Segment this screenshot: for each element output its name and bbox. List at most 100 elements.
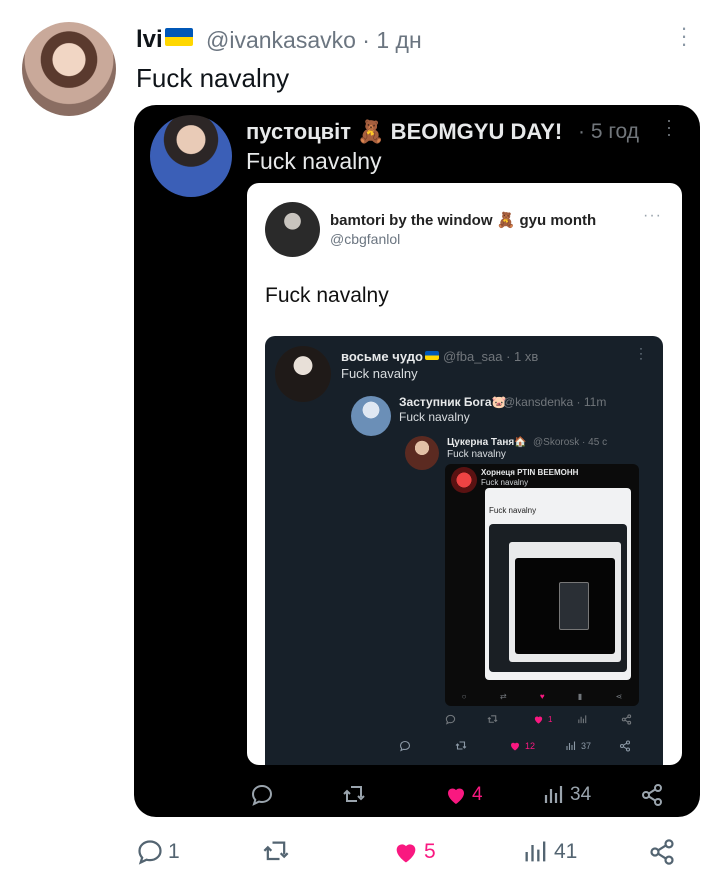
retweet-button[interactable] <box>262 838 290 866</box>
nested-card-8 <box>489 524 627 672</box>
reply-icon: ○ <box>461 692 467 701</box>
share-button[interactable] <box>648 838 676 866</box>
views-action: 37 <box>565 740 591 752</box>
reply-action <box>399 740 411 752</box>
like-action[interactable]: 4 <box>444 783 483 807</box>
quoted-author-name: пустоцвіт 🧸 BEOMGYU DAY! <box>246 119 563 144</box>
nested-author-name-4: Заступник Бога🐷 <box>399 395 507 409</box>
reply-action <box>445 714 456 725</box>
nested-tweet-text: Fuck navalny <box>265 284 389 307</box>
views-count: 41 <box>554 840 578 863</box>
share-icon: ⋖ <box>615 692 623 701</box>
views-icon: ▮ <box>577 692 583 701</box>
author-handle[interactable]: @ivankasavko · 1 дн <box>206 27 422 54</box>
nested-avatar-4 <box>351 396 391 436</box>
share-action[interactable] <box>640 783 664 807</box>
nested-tweet-text-5: Fuck navalny <box>447 449 506 460</box>
nested-author-name-6: Хорнеця PTIN ВЕЕМОНН <box>481 468 579 477</box>
reply-count: 1 <box>168 840 180 863</box>
nested-author-name-3-text: восьме чудо <box>341 349 423 364</box>
nested-card-6: Хорнеця PTIN ВЕЕМОНН Fuck navalny Fuck n… <box>445 464 639 706</box>
reply-icon <box>251 784 273 806</box>
nested-tweet-text-4: Fuck navalny <box>399 410 470 424</box>
like-action: 1 <box>533 714 552 725</box>
nested-author-name: bamtori by the window 🧸 gyu month <box>330 212 597 229</box>
heart-icon: ♥ <box>539 692 545 701</box>
views-count: 34 <box>570 784 592 805</box>
nested-card-9 <box>509 542 621 662</box>
views-button[interactable]: 41 <box>522 838 577 866</box>
nested-tweet-text-3: Fuck navalny <box>341 366 418 381</box>
nested-tweet-text-7: Fuck navalny <box>489 506 537 515</box>
nested-handle-5: @Skorosk · 45 с <box>533 437 608 448</box>
nested-card-10 <box>515 558 615 654</box>
reply-icon <box>399 740 411 752</box>
views-icon <box>525 841 546 862</box>
quoted-screenshot-card[interactable]: пустоцвіт 🧸 BEOMGYU DAY! · 5 год · · · Fuc… <box>134 105 700 817</box>
retweet-icon <box>263 841 289 861</box>
reply-action[interactable] <box>250 783 274 807</box>
views-icon <box>578 715 587 724</box>
share-icon <box>642 784 662 806</box>
retweet-action <box>455 740 467 752</box>
nested-author-name-5: Цукерна Таня🏠 <box>447 437 527 448</box>
views-action[interactable]: 34 <box>542 783 591 807</box>
nested-avatar <box>265 202 320 257</box>
nested-avatar-3 <box>275 346 331 402</box>
nested-author-handle: @cbgfanlol <box>330 231 401 247</box>
reply-icon <box>138 840 162 865</box>
nested-white-card: bamtori by the window 🧸 gyu month @cbgfa… <box>247 183 682 765</box>
nested-avatar-5 <box>405 436 439 470</box>
author-name-text: lvi <box>136 26 163 53</box>
heart-icon <box>511 742 519 751</box>
nested-navy-card: восьме чудо @fba_saa · 1 хв · · · Fuck nav… <box>265 336 663 765</box>
quoted-actions: 4 34 <box>250 781 670 811</box>
retweet-action[interactable] <box>342 783 366 807</box>
retweet-icon <box>343 786 365 802</box>
views-action <box>577 714 588 725</box>
author-name[interactable]: lvi <box>136 26 193 54</box>
heart-icon <box>534 716 543 724</box>
tweet-text: Fuck navalny <box>136 63 290 93</box>
views-icon <box>544 786 563 803</box>
like-count: 5 <box>424 840 436 863</box>
quoted-more-icon: · · · <box>666 110 672 144</box>
retweet-icon: ⇄ <box>499 692 507 701</box>
tweet-actions: 1 5 41 <box>136 838 680 870</box>
reply-button[interactable]: 1 <box>136 838 180 866</box>
quoted-timestamp: · 5 год <box>578 120 640 143</box>
ukraine-flag-icon <box>424 351 439 360</box>
reply-icon <box>445 714 456 725</box>
retweet-action <box>487 714 498 725</box>
like-count: 12 <box>525 741 536 751</box>
nested-handle-4: @kansdenka · 11m <box>503 395 607 409</box>
more-options-icon[interactable]: · · · <box>678 17 690 55</box>
like-action: 12 <box>509 740 535 752</box>
heart-icon <box>396 844 416 863</box>
nested-more-icon: ··· <box>643 207 662 224</box>
views-icon <box>566 741 576 750</box>
ukraine-flag-icon <box>164 28 193 46</box>
nested-author-name-3: восьме чудо <box>341 349 439 364</box>
like-count: 4 <box>472 784 483 805</box>
author-avatar[interactable] <box>22 22 116 116</box>
share-action <box>621 714 632 725</box>
retweet-icon <box>487 715 498 723</box>
like-button[interactable]: 5 <box>392 838 436 866</box>
share-action <box>619 740 631 752</box>
share-icon <box>619 740 631 752</box>
share-icon <box>621 714 632 725</box>
retweet-icon <box>455 741 467 750</box>
quoted-avatar <box>150 115 232 197</box>
nested-more-icon-3: · · · <box>639 341 643 365</box>
nested-card-11 <box>559 582 589 630</box>
nested-actions-6: ○ ⇄ ♥ ▮ ⋖ <box>445 692 639 701</box>
nested-card-7: Fuck navalny <box>485 488 631 680</box>
nested-avatar-6 <box>451 467 477 493</box>
quoted-tweet-text: Fuck navalny <box>246 148 382 174</box>
like-count: 1 <box>548 715 553 724</box>
views-count: 37 <box>581 741 592 751</box>
nested-handle-3: @fba_saa · 1 хв <box>443 349 539 364</box>
share-icon <box>650 839 674 865</box>
nested-tweet-text-6: Fuck navalny <box>481 478 529 487</box>
